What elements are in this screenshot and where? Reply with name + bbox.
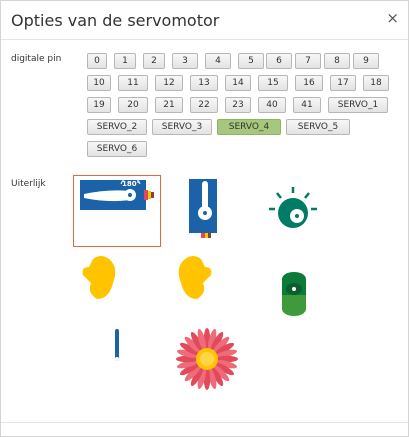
- svg-text:180°: 180°: [122, 180, 140, 188]
- appearance-option-cylinder[interactable]: [277, 267, 311, 319]
- pin-button-4[interactable]: 4: [205, 53, 231, 69]
- servo-vertical-icon: [189, 179, 217, 238]
- pin-button-18[interactable]: 18: [363, 75, 389, 91]
- pin-button-40[interactable]: 40: [258, 97, 286, 113]
- servo-options-dialog: Opties van de servomotor × digitale pin …: [0, 0, 409, 437]
- pin-button-servo-3[interactable]: SERVO_3: [152, 119, 212, 135]
- pin-button-servo-5[interactable]: SERVO_5: [286, 119, 350, 135]
- pin-button-0[interactable]: 0: [87, 53, 107, 69]
- pin-button-3[interactable]: 3: [172, 53, 198, 69]
- dial-gauge-icon: [269, 187, 317, 228]
- pin-button-23[interactable]: 23: [225, 97, 251, 113]
- cylinder-icon: [282, 272, 306, 316]
- dialog-title: Opties van de servomotor: [11, 11, 220, 30]
- pin-button-19[interactable]: 19: [87, 97, 111, 113]
- pin-button-11[interactable]: 11: [118, 75, 148, 91]
- mitten-right-icon: [178, 256, 212, 299]
- pin-button-6[interactable]: 6: [266, 53, 292, 69]
- appearance-option-needle[interactable]: [109, 327, 125, 365]
- appearance-option-mitten-left[interactable]: [79, 253, 125, 303]
- pin-button-41[interactable]: 41: [293, 97, 321, 113]
- pin-button-16[interactable]: 16: [295, 75, 323, 91]
- pin-button-9[interactable]: 9: [353, 53, 379, 69]
- appearance-option-flower[interactable]: [175, 327, 239, 391]
- mitten-left-icon: [82, 256, 116, 299]
- pin-button-14[interactable]: 14: [225, 75, 251, 91]
- needle-icon: [115, 329, 119, 361]
- pin-button-servo-4[interactable]: SERVO_4: [217, 119, 281, 135]
- pin-button-servo-2[interactable]: SERVO_2: [87, 119, 147, 135]
- flower-icon: [176, 328, 238, 390]
- appearance-option-mitten-right[interactable]: [169, 253, 215, 303]
- servo-horizontal-icon: 180°: [80, 176, 154, 210]
- digital-pin-label: digitale pin: [11, 54, 62, 64]
- pin-button-5[interactable]: 5: [238, 53, 264, 69]
- pin-button-22[interactable]: 22: [190, 97, 218, 113]
- appearance-label: Uiterlijk: [11, 179, 46, 189]
- pin-button-servo-6[interactable]: SERVO_6: [87, 141, 147, 157]
- close-icon[interactable]: ×: [386, 9, 399, 27]
- pin-button-15[interactable]: 15: [258, 75, 288, 91]
- pin-button-10[interactable]: 10: [87, 75, 111, 91]
- pin-button-21[interactable]: 21: [155, 97, 183, 113]
- pin-button-13[interactable]: 13: [190, 75, 218, 91]
- appearance-option-servo-vertical[interactable]: [181, 175, 221, 247]
- pin-button-20[interactable]: 20: [118, 97, 148, 113]
- appearance-option-servo-horizontal[interactable]: 180°: [73, 175, 161, 247]
- pin-button-12[interactable]: 12: [155, 75, 183, 91]
- pin-button-1[interactable]: 1: [114, 53, 136, 69]
- appearance-option-dial[interactable]: [263, 183, 323, 233]
- title-divider: [1, 39, 408, 40]
- pin-button-2[interactable]: 2: [143, 53, 165, 69]
- pin-button-17[interactable]: 17: [330, 75, 356, 91]
- pin-button-servo-1[interactable]: SERVO_1: [328, 97, 388, 113]
- footer-divider: [1, 422, 408, 423]
- pin-button-8[interactable]: 8: [324, 53, 350, 69]
- pin-button-7[interactable]: 7: [295, 53, 321, 69]
